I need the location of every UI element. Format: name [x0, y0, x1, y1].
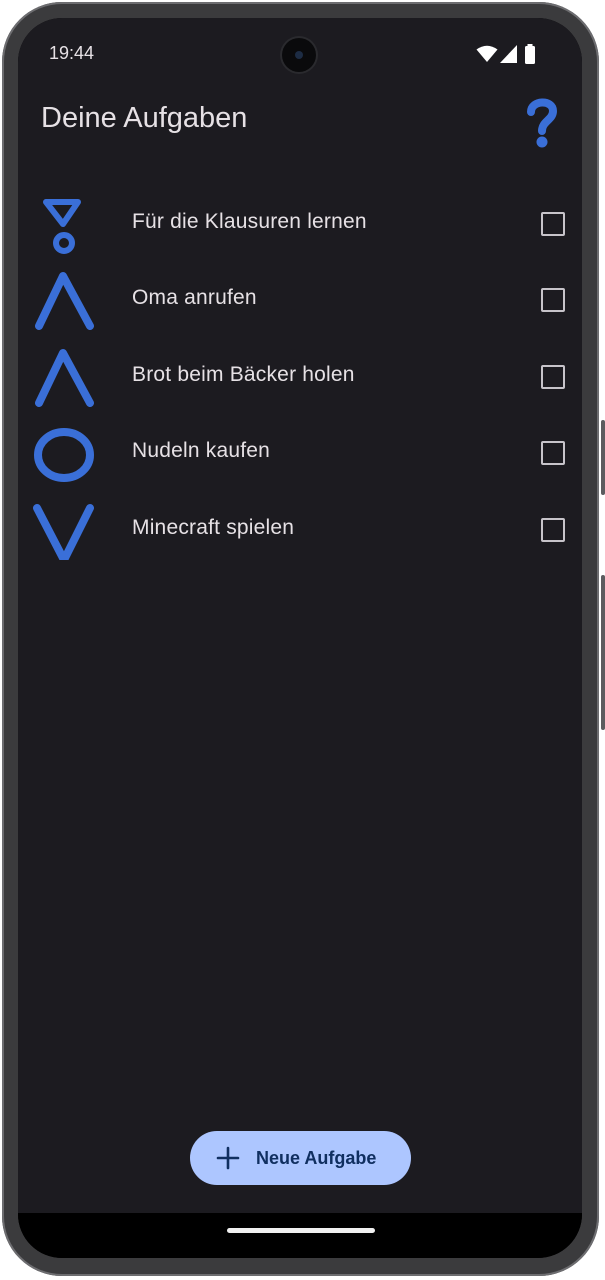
exclamation-triangle-icon	[43, 199, 81, 254]
task-label: Für die Klausuren lernen	[132, 210, 367, 233]
task-label: Nudeln kaufen	[132, 439, 271, 462]
status-time: 19:44	[49, 43, 95, 63]
task-label: Minecraft spielen	[132, 516, 295, 539]
plus-icon	[216, 1146, 240, 1170]
circle-icon	[34, 428, 94, 482]
task-checkbox[interactable]	[541, 441, 565, 465]
cellular-signal-icon	[500, 45, 517, 63]
front-camera	[282, 38, 316, 72]
phone-screen: 19:44 Deine Aufgaben Für die Klausuren l…	[18, 18, 582, 1258]
status-bar: 19:44	[18, 38, 582, 72]
task-checkbox[interactable]	[541, 365, 565, 389]
side-button	[601, 420, 605, 495]
new-task-label: Neue Aufgabe	[256, 1148, 377, 1168]
task-label: Brot beim Bäcker holen	[132, 363, 355, 386]
side-button	[601, 575, 605, 730]
task-checkbox[interactable]	[541, 212, 565, 236]
status-icons	[476, 44, 548, 64]
battery-icon	[525, 44, 535, 64]
wifi-icon	[476, 45, 498, 62]
task-label: Oma anrufen	[132, 286, 257, 309]
task-checkbox[interactable]	[541, 518, 565, 542]
help-button[interactable]	[518, 94, 566, 150]
task-row[interactable]: Brot beim Bäcker holen	[18, 341, 582, 411]
home-gesture-handle[interactable]	[227, 1228, 375, 1233]
task-row[interactable]: Nudeln kaufen	[18, 417, 582, 487]
question-mark-icon	[527, 98, 558, 148]
chevron-up-icon	[35, 272, 94, 330]
task-row[interactable]: Minecraft spielen	[18, 494, 582, 564]
page-title: Deine Aufgaben	[41, 102, 248, 134]
chevron-down-icon	[33, 504, 94, 560]
navigation-bar	[18, 1213, 582, 1258]
new-task-button[interactable]: Neue Aufgabe	[190, 1131, 411, 1185]
task-checkbox[interactable]	[541, 288, 565, 312]
chevron-up-icon	[35, 349, 94, 407]
task-row[interactable]: Für die Klausuren lernen	[18, 188, 582, 258]
task-row[interactable]: Oma anrufen	[18, 264, 582, 334]
app-screen: 19:44 Deine Aufgaben Für die Klausuren l…	[18, 18, 582, 1213]
